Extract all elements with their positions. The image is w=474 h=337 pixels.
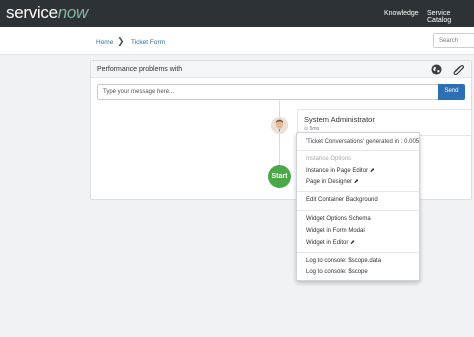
menu-widget-editor[interactable]: Widget in Editor ⬈	[306, 239, 355, 246]
send-button[interactable]: Send	[438, 84, 465, 100]
widget-context-menu: 'Ticket Conversations' generated in : 0.…	[296, 132, 420, 281]
menu-divider	[297, 252, 419, 253]
menu-divider	[297, 191, 419, 192]
breadcrumb-ticket-form[interactable]: Ticket Form	[131, 39, 165, 46]
top-navigation-bar: servicenow Knowledge Service Catalog	[0, 0, 474, 27]
menu-divider	[297, 150, 419, 151]
message-input[interactable]: Type your message here...	[97, 84, 439, 100]
menu-log-scope-data[interactable]: Log to console: $scope.data	[306, 258, 381, 264]
breadcrumb-bar: Home ❯ Ticket Form	[0, 27, 474, 55]
breadcrumb-separator-icon: ❯	[117, 36, 125, 46]
menu-section-label: Instance Options	[306, 156, 352, 162]
panel-title: Performance problems with	[97, 66, 183, 73]
menu-log-scope[interactable]: Log to console: $scope	[306, 269, 368, 275]
menu-divider	[297, 210, 419, 211]
start-badge: Start	[268, 165, 291, 188]
entry-author: System Administrator	[304, 115, 375, 124]
menu-edit-container-background[interactable]: Edit Container Background	[306, 197, 378, 203]
menu-page-designer[interactable]: Page in Designer ⬈	[306, 178, 359, 185]
user-avatar	[271, 117, 288, 134]
menu-widget-form-modal[interactable]: Widget in Form Modal	[306, 228, 365, 234]
breadcrumb-home[interactable]: Home	[96, 39, 113, 46]
panel-header: Performance problems with	[91, 61, 471, 78]
paperclip-icon[interactable]	[452, 63, 464, 75]
nav-knowledge[interactable]: Knowledge	[384, 10, 419, 17]
menu-widget-options-schema[interactable]: Widget Options Schema	[306, 216, 371, 222]
nav-service-catalog[interactable]: Service Catalog	[427, 10, 474, 24]
globe-icon[interactable]	[431, 64, 442, 75]
servicenow-logo[interactable]: servicenow	[6, 4, 88, 22]
search-input[interactable]: Search	[433, 33, 474, 48]
avatar-portrait-icon	[271, 117, 288, 134]
menu-instance-page-editor[interactable]: Instance in Page Editor ⬈	[306, 167, 375, 174]
menu-generated-time: 'Ticket Conversations' generated in : 0.…	[306, 139, 420, 145]
